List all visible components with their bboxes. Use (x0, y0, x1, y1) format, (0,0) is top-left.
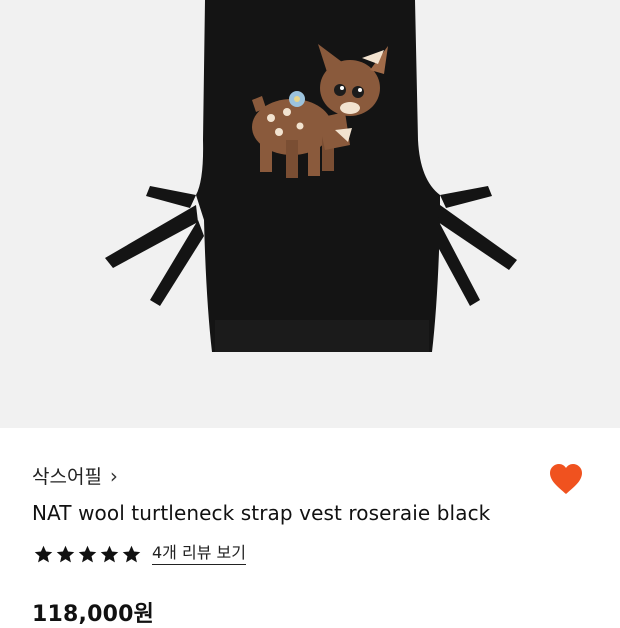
star-icon (100, 545, 119, 563)
star-rating (33, 544, 142, 565)
star-icon (122, 545, 141, 563)
price: 118,000원 (32, 602, 155, 627)
brand-name: 삭스어필 (32, 466, 102, 488)
product-title: NAT wool turtleneck strap vest roseraie … (32, 501, 491, 525)
knit-vest-fawn-image (105, 0, 517, 352)
product-info: 삭스어필 › NAT wool turtleneck strap vest ro… (0, 428, 620, 627)
rating-row: 4개 리뷰 보기 (33, 544, 246, 565)
review-link[interactable]: 4개 리뷰 보기 (152, 544, 246, 565)
heart-icon[interactable] (548, 462, 584, 496)
star-icon (56, 545, 75, 563)
product-image[interactable] (0, 0, 620, 428)
brand-link[interactable]: 삭스어필 › (32, 462, 118, 489)
star-icon (78, 545, 97, 563)
chevron-right-icon: › (109, 463, 118, 488)
star-icon (34, 545, 53, 563)
